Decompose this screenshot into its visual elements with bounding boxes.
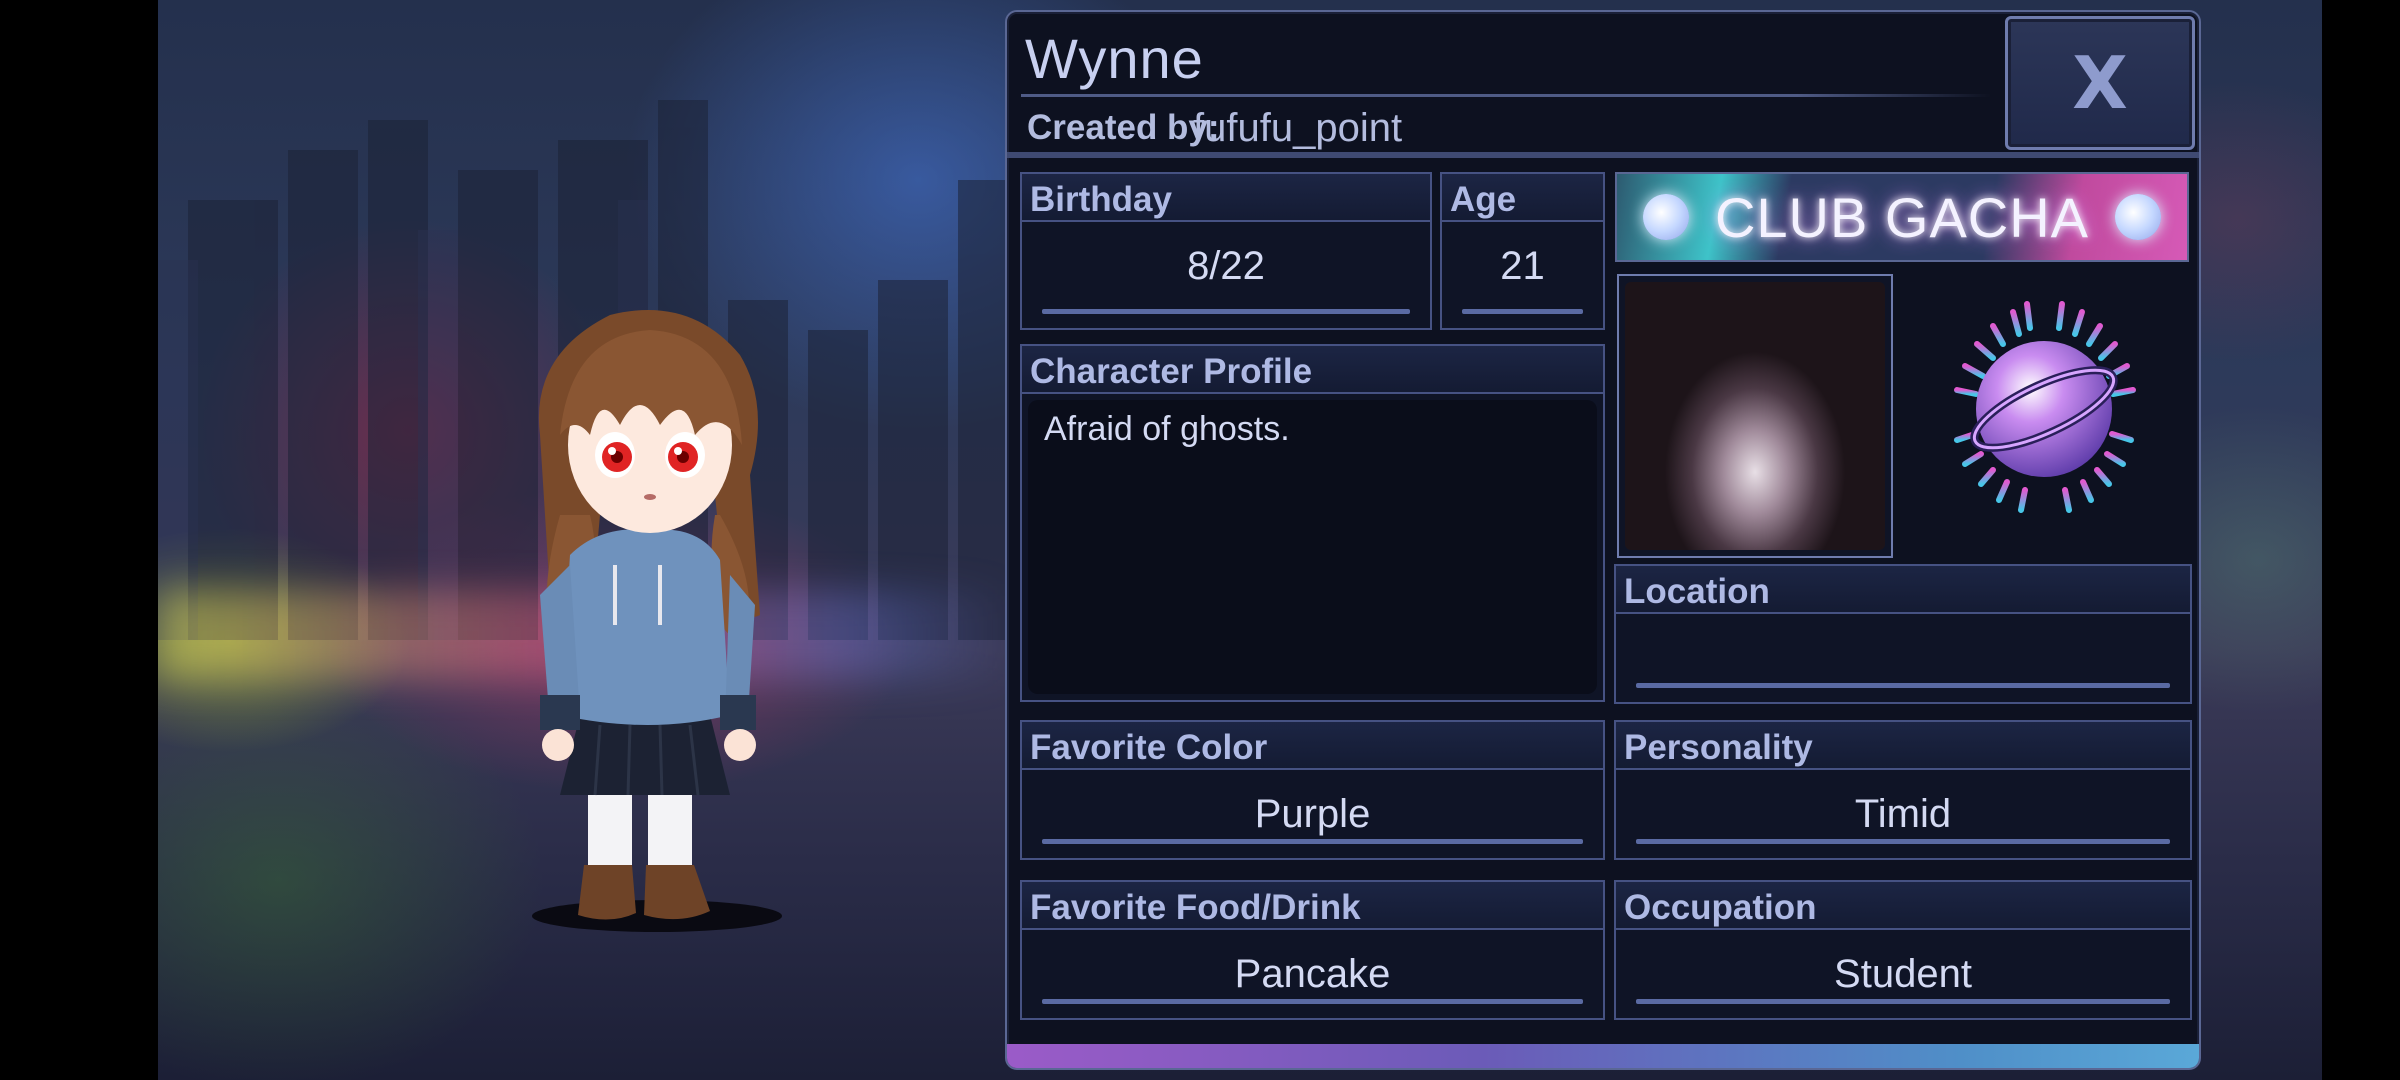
location-underline — [1636, 683, 2170, 688]
favorite-food-value: Pancake — [1234, 952, 1391, 996]
location-label: Location — [1616, 566, 2190, 614]
birthday-value: 8/22 — [1187, 244, 1265, 288]
personality-label: Personality — [1616, 722, 2190, 770]
orb-icon — [2115, 194, 2162, 240]
birthday-label: Birthday — [1022, 174, 1430, 222]
character-sprite — [538, 310, 760, 920]
created-by-label: Created by: — [1027, 108, 1220, 147]
favorite-color-field[interactable]: Favorite Color Purple — [1020, 720, 1605, 860]
banner-text: CLUB GACHA — [1714, 185, 2090, 249]
club-gacha-logo — [1951, 299, 2137, 517]
character-profile-text[interactable]: Afraid of ghosts. — [1028, 400, 1597, 694]
favorite-color-underline — [1042, 839, 1583, 844]
character-profile-panel: Wynne Created by: fufufu_point X Birthda… — [1005, 10, 2201, 1070]
favorite-color-label: Favorite Color — [1022, 722, 1603, 770]
character-profile-field[interactable]: Character Profile Afraid of ghosts. — [1020, 344, 1605, 702]
favorite-food-field[interactable]: Favorite Food/Drink Pancake — [1020, 880, 1605, 1020]
birthday-underline — [1042, 309, 1410, 314]
background-preview[interactable] — [1617, 274, 1893, 558]
character-profile-label: Character Profile — [1022, 346, 1603, 394]
creator-name: fufufu_point — [1193, 106, 1403, 150]
occupation-underline — [1636, 999, 2170, 1004]
preview-image — [1625, 282, 1885, 550]
close-icon: X — [2072, 41, 2128, 125]
character-name: Wynne — [1025, 27, 1204, 90]
age-value: 21 — [1500, 244, 1545, 288]
age-underline — [1462, 309, 1583, 314]
occupation-label: Occupation — [1616, 882, 2190, 930]
location-value — [1616, 614, 2190, 636]
occupation-field[interactable]: Occupation Student — [1614, 880, 2192, 1020]
personality-field[interactable]: Personality Timid — [1614, 720, 2192, 860]
orb-icon — [1642, 194, 1689, 240]
club-gacha-banner: CLUB GACHA — [1615, 172, 2189, 262]
age-label: Age — [1442, 174, 1603, 222]
panel-bottom-bar — [1007, 1044, 2199, 1068]
header-divider — [1007, 152, 2199, 158]
location-field[interactable]: Location — [1614, 564, 2192, 704]
age-field[interactable]: Age 21 — [1440, 172, 1605, 330]
occupation-value: Student — [1834, 952, 1972, 996]
birthday-field[interactable]: Birthday 8/22 — [1020, 172, 1432, 330]
favorite-food-label: Favorite Food/Drink — [1022, 882, 1603, 930]
title-divider — [1021, 94, 1991, 97]
favorite-food-underline — [1042, 999, 1583, 1004]
close-button[interactable]: X — [2005, 16, 2195, 150]
favorite-color-value: Purple — [1254, 792, 1371, 836]
personality-value: Timid — [1854, 792, 1952, 836]
personality-underline — [1636, 839, 2170, 844]
